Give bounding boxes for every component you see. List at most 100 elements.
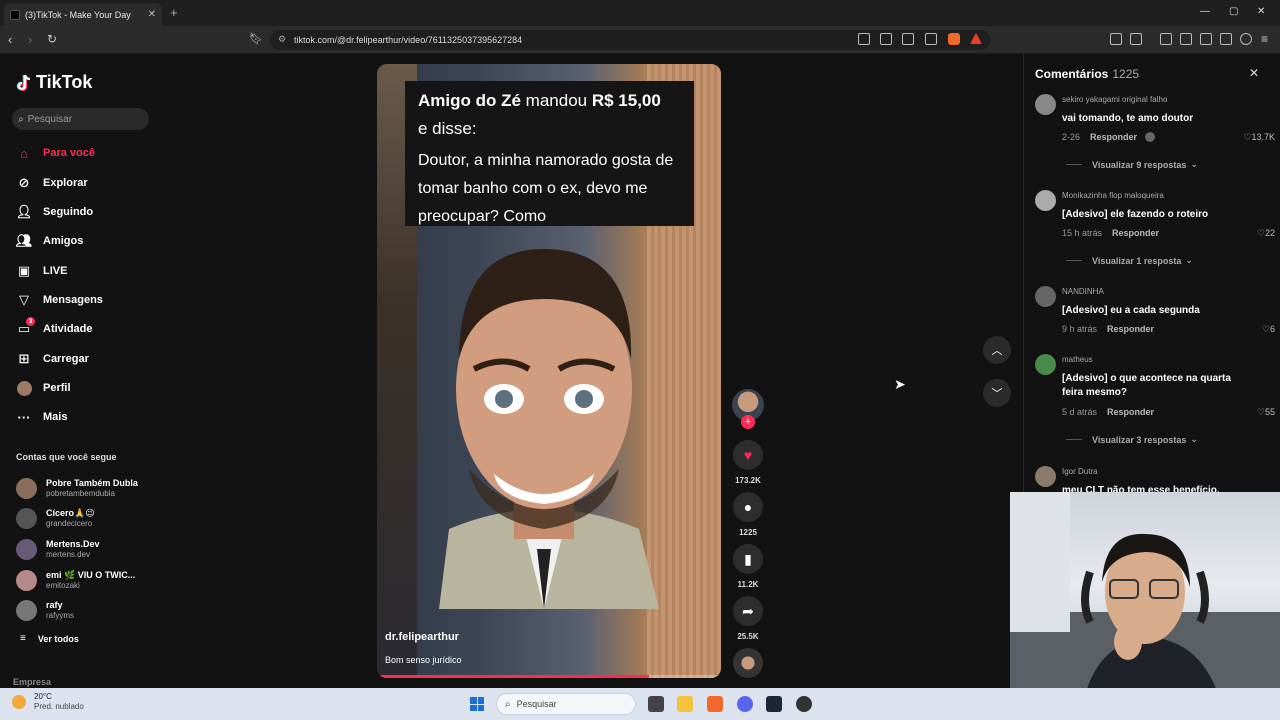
close-comments-button[interactable]: ✕: [1249, 66, 1259, 80]
caption-verb: mandou: [520, 91, 592, 110]
share-icon[interactable]: [925, 33, 937, 45]
tiktok-logo[interactable]: TikTok: [16, 72, 92, 93]
avatar[interactable]: [1035, 94, 1056, 115]
avatar[interactable]: [1035, 354, 1056, 375]
task-view-icon[interactable]: [648, 696, 664, 712]
back-icon[interactable]: ‹: [8, 32, 12, 47]
comment-likes[interactable]: ♡13.7K: [1243, 132, 1275, 143]
file-explorer-icon[interactable]: [677, 696, 693, 712]
reply-button[interactable]: Responder: [1107, 324, 1154, 334]
close-window-button[interactable]: ✕: [1257, 6, 1265, 17]
close-tab-icon[interactable]: ✕: [148, 9, 156, 20]
windows-start-icon[interactable]: [470, 697, 484, 711]
like-action[interactable]: ♥ 173.2K: [733, 440, 763, 485]
following-item[interactable]: Mertens.Dev mertens.dev: [16, 536, 100, 562]
comment-meta: 2-26 Responder: [1062, 132, 1156, 142]
reply-button[interactable]: Responder: [1107, 407, 1154, 417]
avatar[interactable]: [1035, 286, 1056, 307]
tiktok-note-icon: [16, 74, 31, 91]
comment-likes[interactable]: ♡55: [1257, 407, 1275, 418]
brave-browser-icon[interactable]: [707, 696, 723, 712]
reload-icon[interactable]: ↻: [47, 32, 57, 46]
bookmark-icon[interactable]: 🔖︎: [249, 32, 263, 45]
cast-icon[interactable]: [902, 33, 914, 45]
video-player[interactable]: Amigo do Zé mandou R$ 15,00 e disse: Dou…: [377, 64, 721, 678]
share-action[interactable]: ➦ 25.5K: [733, 596, 763, 641]
extension-icon[interactable]: [858, 33, 870, 45]
new-tab-button[interactable]: +: [170, 5, 178, 20]
avatar: [16, 569, 37, 591]
reply-button[interactable]: Responder: [1112, 228, 1159, 238]
nav-carregar[interactable]: ⊞ Carregar: [16, 349, 89, 369]
nav-perfil[interactable]: Perfil: [16, 378, 71, 398]
translate-icon[interactable]: [880, 33, 892, 45]
view-replies-button[interactable]: Visualizar 1 resposta ⌄: [1066, 255, 1193, 266]
save-action[interactable]: ▮ 11.2K: [733, 544, 763, 589]
share-arrow-icon[interactable]: ➦: [733, 596, 763, 626]
following-item[interactable]: rafy rafyyms: [16, 597, 74, 623]
forward-icon[interactable]: ›: [28, 32, 32, 47]
following-item[interactable]: Cícero🙏😉 grandecicero: [16, 505, 95, 531]
screenshot-icon[interactable]: [1130, 33, 1142, 45]
view-replies-label: Visualizar 1 resposta: [1092, 255, 1182, 266]
avatar[interactable]: [1035, 466, 1056, 487]
comment-icon[interactable]: ●: [733, 492, 763, 522]
nav-seguindo[interactable]: 👤︎ Seguindo: [16, 202, 93, 222]
nav-live[interactable]: ▣ LIVE: [16, 261, 68, 281]
streamer-webcam-image: [1010, 492, 1280, 720]
nav-mensagens[interactable]: ▽ Mensagens: [16, 290, 103, 310]
caption-amount: R$ 15,00: [591, 91, 661, 110]
site-info-icon[interactable]: ⚙︎: [278, 34, 286, 45]
vpn-icon[interactable]: [1240, 33, 1252, 45]
comment-user[interactable]: Monikazinha flop maloqueira: [1062, 191, 1164, 200]
reply-button[interactable]: Responder: [1090, 132, 1137, 142]
view-replies-button[interactable]: Visualizar 9 respostas ⌄: [1066, 159, 1198, 170]
company-link[interactable]: Empresa: [13, 677, 51, 687]
avatar[interactable]: [1035, 190, 1056, 211]
following-item[interactable]: emi 🌿 VIU O TWIC... emitozaki: [16, 567, 135, 593]
comment-action[interactable]: ● 1225: [733, 492, 763, 537]
brave-rewards-icon[interactable]: [970, 33, 982, 44]
nav-label: Atividade: [43, 323, 93, 335]
comment-user[interactable]: NANDINHA: [1062, 287, 1104, 296]
video-progress-bar[interactable]: [377, 675, 721, 678]
weather-widget[interactable]: 20°C Pred. nublado: [12, 692, 84, 712]
minimize-button[interactable]: —: [1200, 6, 1210, 17]
nav-atividade[interactable]: ▭ 3 Atividade: [16, 317, 93, 339]
comment-user[interactable]: matheus: [1062, 355, 1093, 364]
comment-likes[interactable]: ♡6: [1262, 324, 1275, 335]
view-replies-button[interactable]: Visualizar 3 respostas ⌄: [1066, 434, 1198, 445]
comment-user[interactable]: sekiro yakagami original falho: [1062, 95, 1167, 104]
nav-mais[interactable]: ··· Mais: [16, 407, 68, 427]
brave-shield-icon[interactable]: [948, 33, 960, 45]
previous-video-button[interactable]: ︿: [983, 336, 1011, 364]
obs-icon[interactable]: [796, 696, 812, 712]
menu-icon[interactable]: ≡: [1261, 32, 1268, 46]
taskbar-search[interactable]: ⌕ Pesquisar: [496, 693, 636, 715]
maximize-button[interactable]: ▢: [1229, 6, 1238, 17]
wallet-icon[interactable]: [1200, 33, 1212, 45]
nav-label: Perfil: [43, 382, 71, 394]
comment-likes[interactable]: ♡22: [1257, 228, 1275, 239]
music-disc-icon[interactable]: [733, 648, 763, 678]
sidebar-icon[interactable]: [1180, 33, 1192, 45]
nav-amigos[interactable]: 👥︎ Amigos: [15, 231, 84, 251]
comment-user[interactable]: Igor Dutra: [1062, 467, 1098, 476]
next-video-button[interactable]: ﹀: [983, 379, 1011, 407]
friends-icon: 👥︎: [15, 233, 33, 248]
steam-icon[interactable]: [766, 696, 782, 712]
media-icon[interactable]: [1160, 33, 1172, 45]
bookmark-icon[interactable]: ▮: [733, 544, 763, 574]
nav-para-voce[interactable]: ⌂ Para você: [16, 143, 95, 163]
nav-explorar[interactable]: ⊘ Explorar: [16, 173, 88, 193]
heart-icon[interactable]: ♥: [733, 440, 763, 470]
follow-plus-icon[interactable]: +: [741, 415, 755, 429]
puzzle-icon[interactable]: [1110, 33, 1122, 45]
video-username[interactable]: dr.felipearthur: [385, 631, 459, 643]
browser-tab[interactable]: (3)TikTok - Make Your Day ✕: [4, 3, 162, 26]
see-all-link[interactable]: ≡ Ver todos: [20, 633, 79, 644]
search-input[interactable]: ⌕ Pesquisar: [12, 108, 149, 130]
leo-icon[interactable]: [1220, 33, 1232, 45]
following-item[interactable]: Pobre Também Dubla pobretambemdubla: [16, 475, 138, 501]
discord-icon[interactable]: [737, 696, 753, 712]
